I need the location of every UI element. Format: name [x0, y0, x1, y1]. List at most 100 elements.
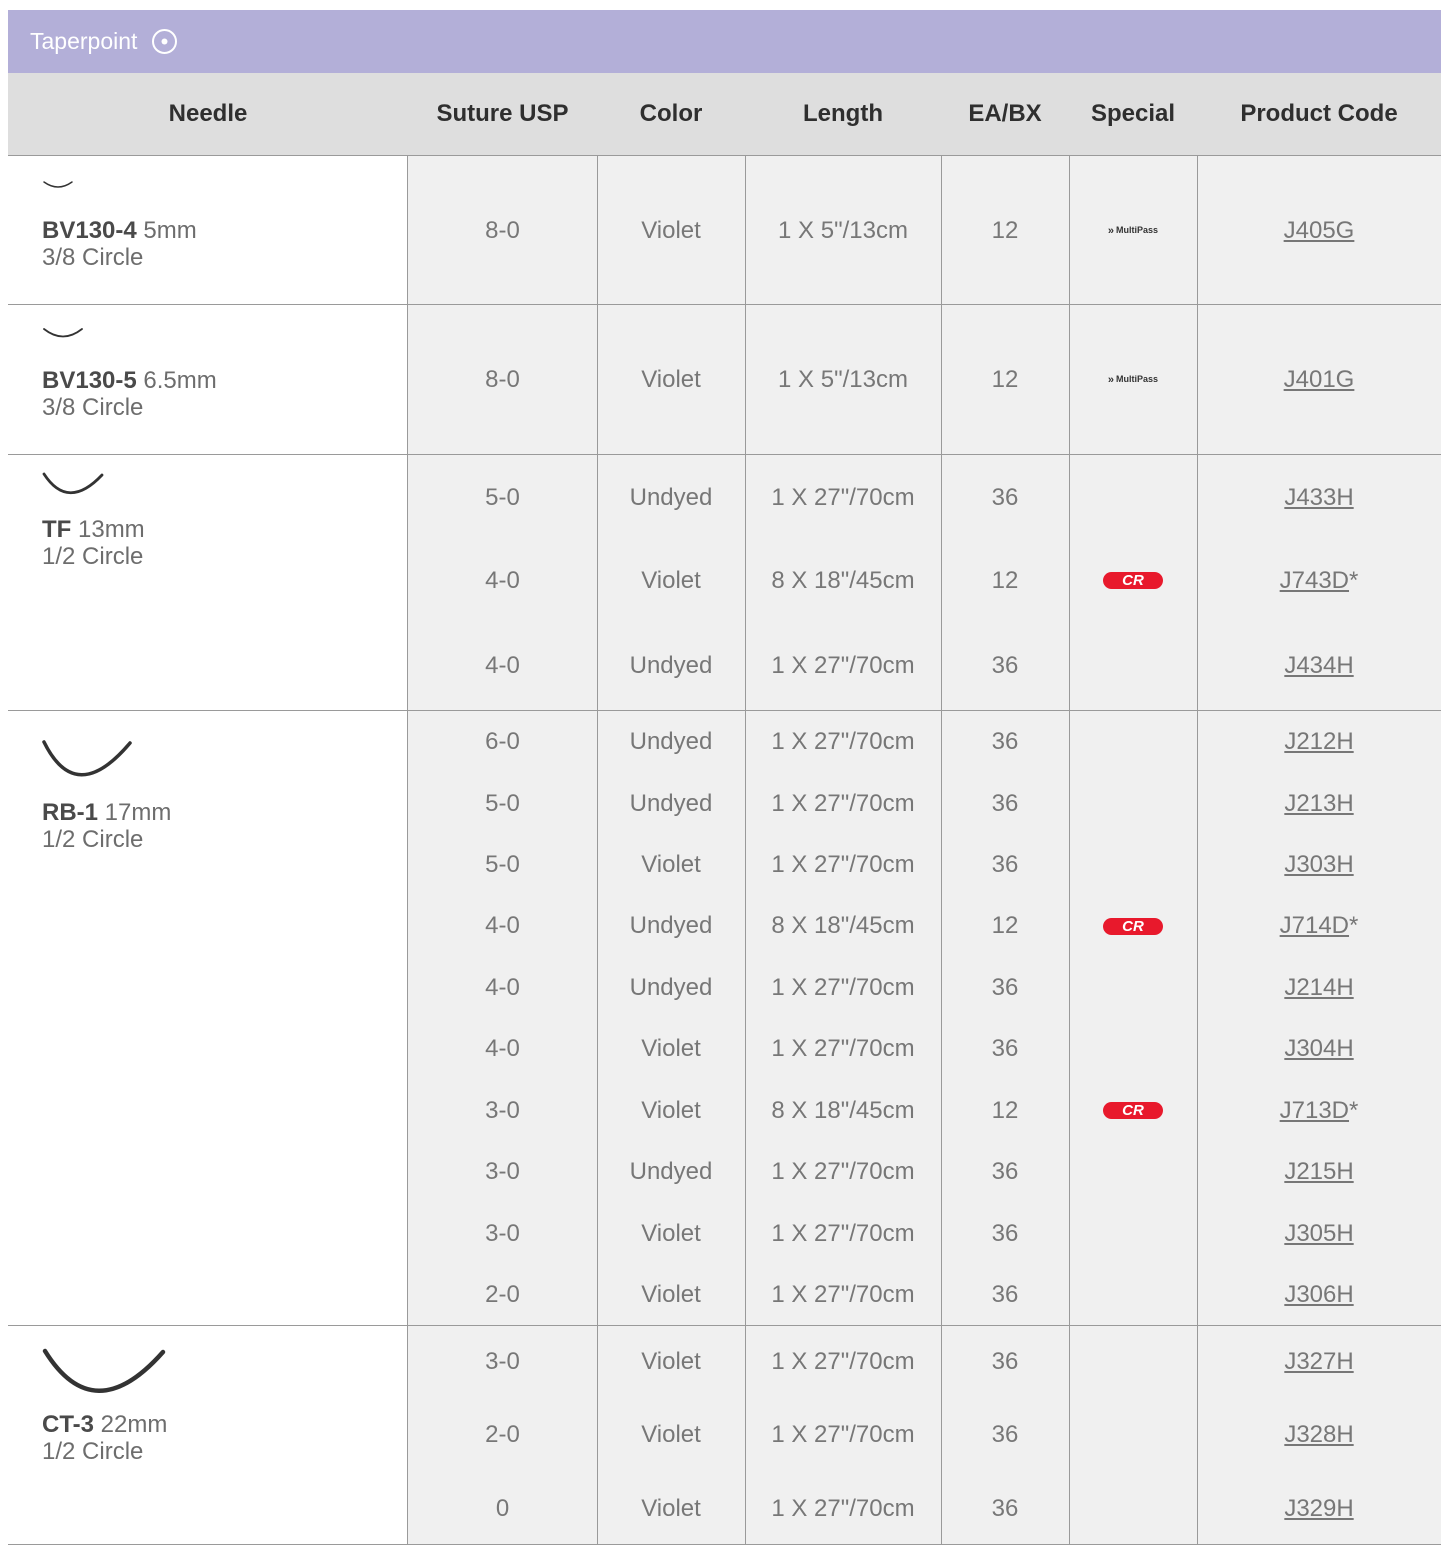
product-code-link[interactable]: J303H [1284, 851, 1353, 879]
needle-code: TF [42, 516, 72, 543]
product-code-link[interactable]: J215H [1284, 1158, 1353, 1186]
ea-bx-cell: 36 [991, 1158, 1019, 1185]
needle-shape: 3/8 Circle [42, 394, 144, 421]
needle-group: CT-3 22mm 1/2 Circle 3-0 Violet 1 X 27"/70cm… [8, 1326, 1441, 1545]
color-cell: Violet [641, 1347, 701, 1375]
multipass-waves-icon: » [1107, 224, 1115, 237]
suture-usp-cell: 4-0 [485, 912, 520, 939]
needle-shape: 1/2 Circle [42, 543, 144, 570]
column-header-color: Color [639, 100, 703, 127]
product-code-cell: J433H [1197, 455, 1441, 540]
suture-usp-cell: 3-0 [485, 1219, 520, 1247]
special-cell [1069, 1326, 1197, 1397]
product-code-link[interactable]: J405G [1284, 217, 1355, 245]
product-code-link[interactable]: J213H [1284, 790, 1353, 818]
color-cell: Violet [641, 566, 701, 594]
product-code-link[interactable]: J433H [1284, 484, 1353, 512]
needle-group: TF 13mm 1/2 Circle 5-0 Undyed 1 X 27"/70cm 36… [8, 455, 1441, 711]
product-code-link[interactable]: J327H [1284, 1348, 1353, 1376]
color-cell: Violet [641, 1096, 701, 1124]
multipass-logo: » MultiPass [1108, 225, 1158, 237]
product-code-link[interactable]: J714D [1280, 912, 1349, 940]
table-row: 8-0 Violet 1 X 5"/13cm 12 » MultiPass J401G [408, 305, 1441, 455]
length-cell: 8 X 18"/45cm [771, 1096, 915, 1124]
table-row: 4-0 Violet 8 X 18"/45cm 12 CR J743D * [408, 540, 1441, 621]
table-row: 5-0 Violet 1 X 27"/70cm 36 J303H [408, 834, 1441, 895]
section-band: Taperpoint [8, 10, 1441, 73]
suture-usp-cell: 4-0 [485, 973, 520, 1001]
needle-curve-icon [43, 181, 73, 188]
special-cell: CR [1069, 1080, 1197, 1141]
color-cell: Violet [641, 1420, 701, 1448]
product-code-cell: J405G [1197, 156, 1441, 305]
table-row: 5-0 Undyed 1 X 27"/70cm 36 J433H [408, 455, 1441, 540]
needle-name: CT-3 22mm [42, 1411, 167, 1438]
needle-code: RB-1 [42, 799, 99, 826]
ea-bx-cell: 12 [991, 216, 1019, 244]
suture-usp-cell: 4-0 [485, 1035, 520, 1062]
special-cell [1069, 1397, 1197, 1472]
table-row: 3-0 Violet 1 X 27"/70cm 36 J327H [408, 1326, 1441, 1397]
color-cell: Violet [641, 1035, 701, 1062]
length-cell: 1 X 5"/13cm [778, 216, 908, 244]
product-code-link[interactable]: J212H [1284, 728, 1353, 756]
needle-cell: BV130-4 5mm 3/8 Circle [8, 156, 408, 304]
ea-bx-cell: 12 [991, 912, 1019, 939]
length-cell: 1 X 27"/70cm [771, 728, 915, 755]
ea-bx-cell: 12 [991, 1096, 1019, 1124]
footnote-asterisk: * [1349, 566, 1359, 594]
product-code-link[interactable]: J305H [1284, 1220, 1353, 1248]
length-cell: 8 X 18"/45cm [771, 912, 915, 939]
product-code-link[interactable]: J304H [1284, 1035, 1353, 1063]
product-code-cell: J401G [1197, 305, 1441, 455]
suture-usp-cell: 3-0 [485, 1096, 520, 1124]
product-code-link[interactable]: J401G [1284, 366, 1355, 394]
suture-usp-cell: 2-0 [485, 1281, 520, 1308]
ea-bx-cell: 36 [991, 728, 1019, 755]
cr-badge: CR [1103, 1102, 1163, 1119]
product-table: Taperpoint Needle Suture USP Color Length EA… [8, 10, 1441, 1545]
suture-usp-cell: 3-0 [485, 1347, 520, 1375]
product-code-cell: J713D * [1197, 1080, 1441, 1141]
suture-usp-cell: 5-0 [485, 789, 520, 817]
column-header-ea-bx: EA/BX [968, 100, 1042, 127]
footnote-asterisk: * [1349, 1096, 1359, 1124]
column-header-needle: Needle [168, 100, 248, 127]
length-cell: 1 X 27"/70cm [771, 1035, 915, 1062]
color-cell: Undyed [629, 789, 713, 817]
product-code-link[interactable]: J434H [1284, 652, 1353, 680]
length-cell: 1 X 27"/70cm [771, 1494, 915, 1522]
suture-usp-cell: 4-0 [485, 566, 520, 594]
ea-bx-cell: 36 [991, 483, 1019, 511]
multipass-label: MultiPass [1116, 374, 1159, 384]
needle-size: 6.5mm [136, 367, 217, 394]
product-code-cell: J213H [1197, 773, 1441, 834]
product-code-link[interactable]: J214H [1284, 974, 1353, 1002]
special-cell [1069, 1203, 1197, 1264]
table-row: 4-0 Undyed 1 X 27"/70cm 36 J434H [408, 621, 1441, 711]
needle-name: RB-1 17mm [42, 799, 171, 826]
product-code-cell: J327H [1197, 1326, 1441, 1397]
table-row: 3-0 Violet 1 X 27"/70cm 36 J305H [408, 1203, 1441, 1264]
color-cell: Undyed [629, 973, 713, 1001]
color-cell: Violet [641, 366, 701, 393]
product-code-link[interactable]: J306H [1284, 1281, 1353, 1309]
ea-bx-cell: 36 [991, 789, 1019, 817]
product-code-cell: J215H [1197, 1141, 1441, 1203]
product-code-cell: J214H [1197, 957, 1441, 1018]
product-code-cell: J329H [1197, 1472, 1441, 1545]
needle-group: BV130-4 5mm 3/8 Circle 8-0 Violet 1 X 5"/13c… [8, 156, 1441, 305]
needle-code: BV130-5 [42, 367, 137, 394]
table-row: 3-0 Violet 8 X 18"/45cm 12 CR J713D * [408, 1080, 1441, 1141]
needle-size: 5mm [136, 217, 197, 244]
color-cell: Undyed [629, 1158, 713, 1185]
needle-group: RB-1 17mm 1/2 Circle 6-0 Undyed 1 X 27"/70cm… [8, 711, 1441, 1326]
needle-shape: 1/2 Circle [42, 826, 144, 853]
product-code-link[interactable]: J743D [1280, 567, 1349, 595]
circle-dot-icon[interactable] [151, 28, 178, 55]
product-code-link[interactable]: J328H [1284, 1421, 1353, 1449]
product-code-link[interactable]: J329H [1284, 1495, 1353, 1523]
table-header: Needle Suture USP Color Length EA/BX Special P… [8, 73, 1441, 156]
table-row: 4-0 Undyed 8 X 18"/45cm 12 CR J714D * [408, 895, 1441, 957]
product-code-link[interactable]: J713D [1280, 1097, 1349, 1125]
